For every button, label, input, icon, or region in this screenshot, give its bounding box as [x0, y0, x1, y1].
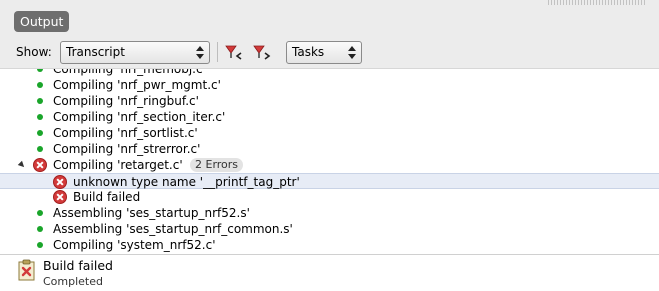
success-dot-icon [37, 210, 43, 216]
status-title: Build failed [43, 258, 113, 273]
expand-toggle-icon[interactable] [17, 160, 27, 170]
build-failed-icon [17, 259, 37, 281]
error-count-badge: 2 Errors [190, 158, 244, 172]
list-item-text: Compiling 'retarget.c' [53, 158, 183, 172]
success-dot-icon [37, 114, 43, 120]
show-select[interactable]: Transcript [60, 41, 210, 64]
transcript-list[interactable]: Compiling 'nrf_memobj.c' Compiling 'nrf_… [0, 68, 659, 254]
next-error-icon [253, 45, 271, 60]
success-dot-icon [37, 98, 43, 104]
success-dot-icon [37, 146, 43, 152]
success-dot-icon [37, 130, 43, 136]
success-dot-icon [37, 69, 43, 72]
toolbar: Show: Transcript Tasks [0, 40, 659, 66]
list-item-error-selected[interactable]: unknown type name '__printf_tag_ptr' [0, 173, 659, 189]
list-item[interactable]: Assembling 'ses_startup_nrf_common.s' [0, 221, 659, 237]
error-icon [53, 190, 67, 204]
list-item-text: Assembling 'ses_startup_nrf_common.s' [53, 222, 293, 236]
list-item-text: Compiling 'nrf_ringbuf.c' [53, 94, 199, 108]
resize-grip[interactable] [548, 0, 646, 5]
previous-error-icon [225, 45, 242, 60]
select-arrows-icon [196, 45, 204, 60]
list-item-error-group[interactable]: Compiling 'retarget.c' 2 Errors [0, 157, 659, 173]
tasks-select[interactable]: Tasks [286, 41, 362, 64]
list-item-error[interactable]: Build failed [0, 189, 659, 205]
list-item[interactable]: Compiling 'nrf_strerror.c' [0, 141, 659, 157]
tasks-select-value: Tasks [292, 45, 325, 59]
list-item-text: Compiling 'nrf_section_iter.c' [53, 110, 226, 124]
list-item-text: Build failed [73, 190, 141, 204]
list-item[interactable]: Compiling 'nrf_sortlist.c' [0, 125, 659, 141]
list-item[interactable]: Compiling 'nrf_pwr_mgmt.c' [0, 77, 659, 93]
previous-error-button[interactable] [224, 43, 244, 61]
panel-title[interactable]: Output [14, 11, 70, 32]
status-bar: Build failed Completed [0, 254, 659, 291]
list-item-text: unknown type name '__printf_tag_ptr' [73, 175, 300, 189]
success-dot-icon [37, 242, 43, 248]
list-item[interactable]: Compiling 'nrf_memobj.c' [0, 68, 659, 77]
next-error-button[interactable] [252, 43, 272, 61]
list-item-text: Compiling 'nrf_strerror.c' [53, 142, 201, 156]
list-item[interactable]: Compiling 'system_nrf52.c' [0, 237, 659, 253]
toolbar-separator [217, 42, 218, 62]
success-dot-icon [37, 82, 43, 88]
list-item[interactable]: Assembling 'ses_startup_nrf52.s' [0, 205, 659, 221]
output-panel: Output Show: Transcript Tasks Compiling … [0, 0, 659, 291]
list-item-text: Compiling 'system_nrf52.c' [53, 238, 216, 252]
list-item[interactable]: Compiling 'nrf_ringbuf.c' [0, 93, 659, 109]
list-item-text: Assembling 'ses_startup_nrf52.s' [53, 206, 250, 220]
success-dot-icon [37, 226, 43, 232]
list-item-text: Compiling 'nrf_pwr_mgmt.c' [53, 78, 221, 92]
error-icon [53, 175, 67, 189]
list-item-text: Compiling 'nrf_memobj.c' [53, 68, 206, 76]
show-label: Show: [16, 45, 52, 59]
status-subtitle: Completed [43, 275, 103, 288]
list-item[interactable]: Compiling 'nrf_section_iter.c' [0, 109, 659, 125]
select-arrows-icon [348, 45, 356, 60]
error-icon [33, 158, 47, 172]
show-select-value: Transcript [66, 45, 125, 59]
list-item-text: Compiling 'nrf_sortlist.c' [53, 126, 198, 140]
